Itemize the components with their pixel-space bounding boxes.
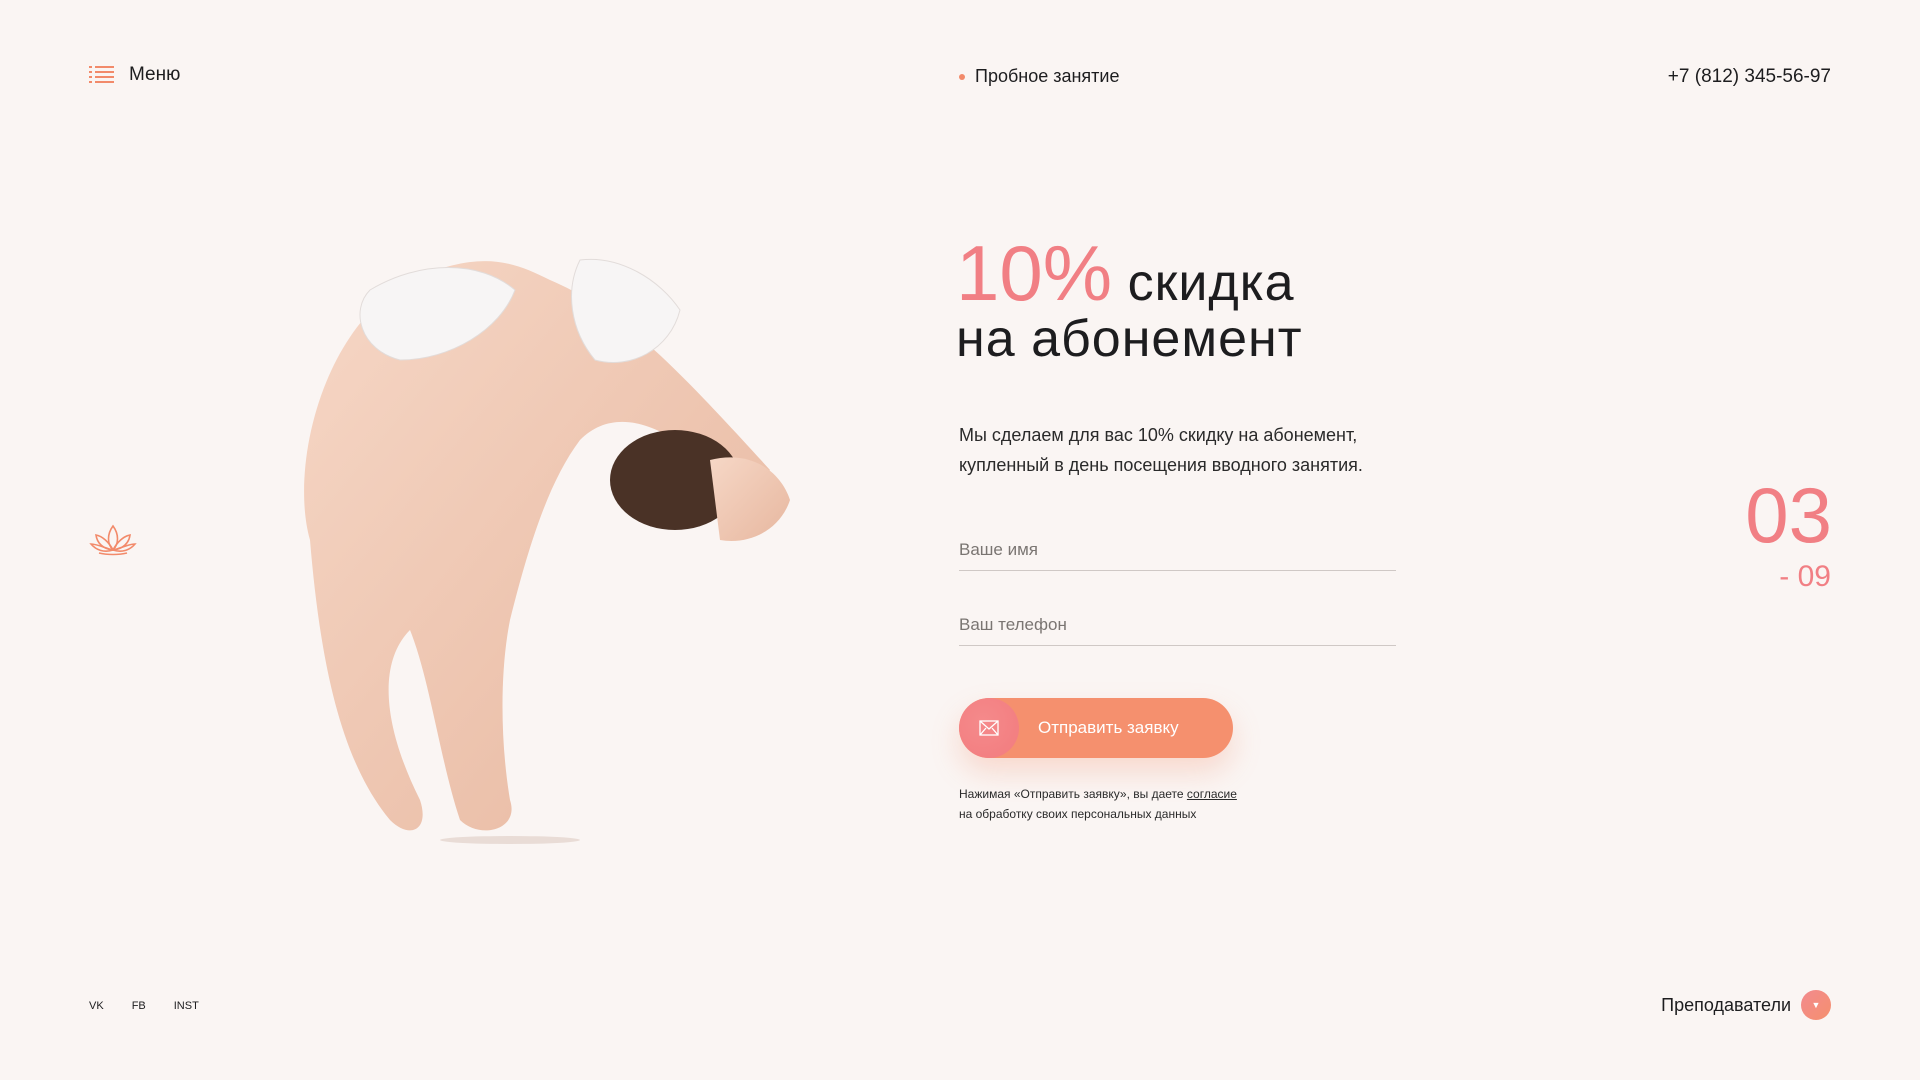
consent-suffix: на обработку своих персональных данных: [959, 807, 1197, 821]
headline-percent: 10%: [956, 229, 1113, 317]
menu-button[interactable]: Меню: [89, 64, 180, 86]
name-input[interactable]: [959, 530, 1396, 570]
name-field-wrapper: [959, 530, 1396, 571]
phone-field-wrapper: [959, 605, 1396, 646]
trial-dot-icon: [959, 73, 965, 80]
teachers-label: Преподаватели: [1661, 994, 1791, 1015]
slide-current-number: 03: [1745, 471, 1832, 559]
yoga-woman-image: [304, 258, 790, 844]
phone-input[interactable]: [959, 605, 1396, 645]
phone-link[interactable]: +7 (812) 345-56-97: [1668, 66, 1831, 88]
submit-label: Отправить заявку: [1038, 718, 1179, 737]
submit-button[interactable]: Отправить заявку: [959, 698, 1233, 758]
chevron-down-icon[interactable]: ▼: [1801, 990, 1831, 1020]
hero-headline: 10% скидка на абонемент: [956, 234, 1303, 368]
social-link-inst[interactable]: INST: [174, 1000, 199, 1012]
envelope-icon: [959, 698, 1019, 758]
consent-text: Нажимая «Отправить заявку», вы даете сог…: [959, 784, 1379, 824]
social-link-vk[interactable]: VK: [89, 1000, 104, 1012]
consent-link[interactable]: согласие: [1187, 787, 1237, 801]
social-link-fb[interactable]: FB: [132, 1000, 146, 1012]
headline-line2: на абонемент: [956, 310, 1303, 368]
hero-description: Мы сделаем для вас 10% скидку на абонеме…: [959, 425, 1363, 475]
headline-discount: скидка: [1127, 254, 1295, 312]
menu-lines-icon: [89, 66, 115, 84]
social-links: VK FB INST: [89, 1000, 199, 1012]
trial-lesson-link[interactable]: Пробное занятие: [959, 66, 1120, 87]
teachers-link[interactable]: Преподаватели ▼: [1661, 990, 1831, 1020]
menu-label: Меню: [129, 64, 181, 85]
lotus-icon: [89, 524, 137, 556]
consent-prefix: Нажимая «Отправить заявку», вы даете: [959, 787, 1187, 801]
slide-total-number: - 09: [1779, 560, 1831, 593]
trial-lesson-label: Пробное занятие: [975, 66, 1120, 86]
